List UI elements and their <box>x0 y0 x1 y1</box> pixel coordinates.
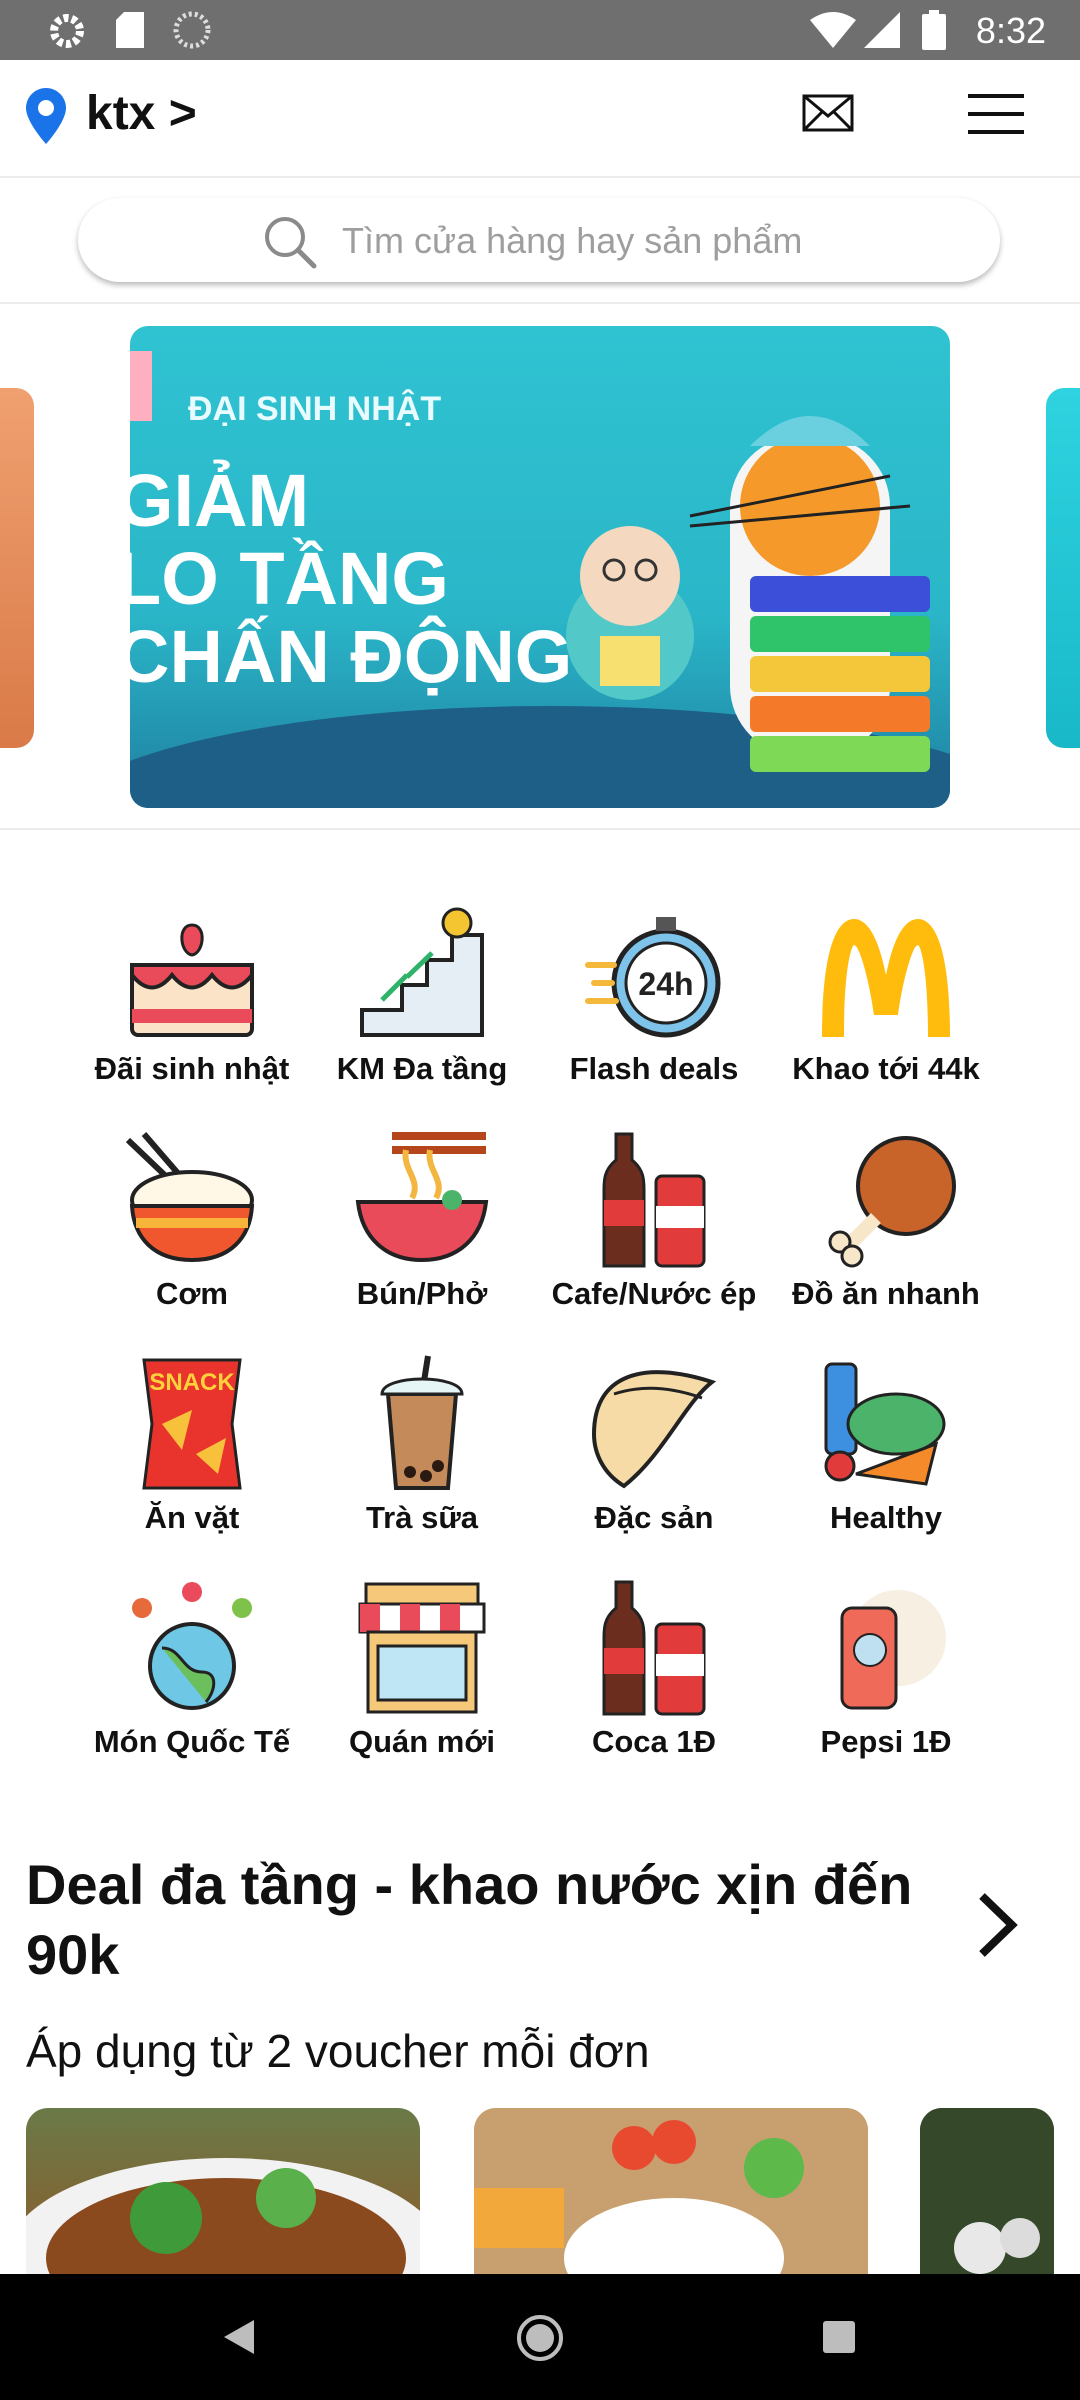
svg-text:SNACK: SNACK <box>149 1369 235 1396</box>
recents-icon[interactable] <box>822 2320 856 2354</box>
sync-icon <box>173 11 211 49</box>
deal-food-image <box>26 2158 420 2278</box>
category-label: Đặc sản <box>594 1500 714 1535</box>
deal-card[interactable] <box>474 2108 868 2278</box>
category-birthday[interactable]: Đãi sinh nhật <box>82 905 302 1105</box>
cola-icon <box>602 1580 706 1716</box>
bubble-tea-icon <box>380 1355 464 1490</box>
category-bun-pho[interactable]: Bún/Phở <box>312 1130 532 1330</box>
category-label: KM Đa tầng <box>336 1051 508 1086</box>
search-icon <box>265 217 317 269</box>
status-bar: 8:32 <box>0 0 1080 60</box>
category-label: Đồ ăn nhanh <box>792 1276 980 1311</box>
settings-icon <box>50 14 84 48</box>
snack-bag-icon: SNACK <box>142 1358 242 1490</box>
promo-carousel[interactable]: ĐẠI SINH NHẬT GIẢM LO TẦNG CHẤN ĐỘNG <box>0 304 1080 830</box>
home-icon[interactable] <box>516 2314 564 2362</box>
category-an-vat[interactable]: SNACK Ăn vặt <box>82 1354 302 1554</box>
svg-text:24h: 24h <box>638 966 693 1002</box>
category-coca-1d[interactable]: Coca 1Đ <box>544 1578 764 1778</box>
location-pin-icon[interactable] <box>26 88 66 144</box>
category-label: Bún/Phở <box>356 1276 488 1311</box>
chicken-leg-icon <box>828 1136 956 1268</box>
category-label: Ăn vặt <box>144 1500 240 1535</box>
deal-section-subtitle: Áp dụng từ 2 voucher mỗi đơn <box>26 2025 650 2077</box>
birthday-cake-icon <box>130 923 254 1037</box>
category-label: Đãi sinh nhật <box>94 1051 290 1086</box>
category-label: Flash deals <box>569 1051 739 1086</box>
deal-food-image <box>920 2108 1054 2278</box>
sd-card-icon <box>116 12 144 48</box>
stairs-icon <box>360 907 484 1037</box>
category-label: Pepsi 1Đ <box>820 1724 952 1759</box>
category-label: Trà sữa <box>365 1500 479 1535</box>
category-label: Healthy <box>830 1500 942 1535</box>
category-dac-san[interactable]: Đặc sản <box>544 1354 764 1554</box>
category-healthy[interactable]: Healthy <box>776 1354 996 1554</box>
back-icon[interactable] <box>222 2318 256 2356</box>
noodle-bowl-icon <box>355 1132 489 1263</box>
category-do-an-nhanh[interactable]: Đồ ăn nhanh <box>776 1130 996 1330</box>
signal-icon <box>864 12 900 48</box>
category-tra-sua[interactable]: Trà sữa <box>312 1354 532 1554</box>
healthy-food-icon <box>824 1362 946 1486</box>
previous-banner-peek[interactable] <box>0 388 34 748</box>
category-label: Khao tới 44k <box>792 1051 980 1086</box>
category-com[interactable]: Cơm <box>82 1130 302 1330</box>
deal-food-image <box>474 2108 868 2278</box>
category-km-da-tang[interactable]: KM Đa tầng <box>312 905 532 1105</box>
globe-food-icon <box>132 1582 252 1710</box>
mail-icon[interactable] <box>802 94 854 132</box>
category-label: Quán mới <box>348 1724 496 1759</box>
promo-banner[interactable]: ĐẠI SINH NHẬT GIẢM LO TẦNG CHẤN ĐỘNG <box>130 326 950 808</box>
banner-headline: GIẢM LO TẦNG CHẤN ĐỘNG <box>130 459 573 698</box>
category-pepsi-1d[interactable]: Pepsi 1Đ <box>776 1578 996 1778</box>
category-label: Món Quốc Tế <box>93 1724 291 1759</box>
category-mon-quoc-te[interactable]: Món Quốc Tế <box>82 1578 302 1778</box>
search-section <box>0 178 1080 304</box>
category-label: Cafe/Nước ép <box>551 1276 757 1311</box>
search-input[interactable] <box>340 218 944 264</box>
chevron-right-icon[interactable] <box>974 1890 1022 1960</box>
category-cafe-nuoc-ep[interactable]: Cafe/Nước ép <box>544 1130 764 1330</box>
battery-icon <box>922 10 946 50</box>
category-quan-moi[interactable]: Quán mới <box>312 1578 532 1778</box>
rice-bowl-icon <box>125 1132 255 1263</box>
category-khao-toi-44k[interactable]: Khao tới 44k <box>776 905 996 1105</box>
deal-section-title[interactable]: Deal đa tầng - khao nước xịn đến 90k <box>26 1850 946 1990</box>
banner-tag: ĐẠI SINH NHẬT <box>188 390 442 428</box>
clock: 8:32 <box>975 10 1046 51</box>
category-flash-deals[interactable]: 24h Flash deals <box>544 905 764 1105</box>
system-nav-bar <box>0 2274 1080 2400</box>
hamburger-menu-icon[interactable] <box>968 92 1024 136</box>
dumpling-icon <box>591 1370 717 1489</box>
category-label: Coca 1Đ <box>591 1724 717 1759</box>
soda-drinks-icon <box>602 1132 706 1268</box>
deal-card[interactable] <box>26 2108 420 2278</box>
search-bar[interactable] <box>78 198 1000 282</box>
storefront-icon <box>358 1582 486 1714</box>
mcdonalds-logo-icon <box>822 919 950 1037</box>
top-bar: ktx > <box>0 60 1080 178</box>
deal-card[interactable] <box>920 2108 1054 2278</box>
stopwatch-24h-icon: 24h <box>585 917 721 1038</box>
pepsi-can-icon <box>840 1590 946 1710</box>
category-label: Cơm <box>156 1276 228 1311</box>
delivery-location-selector[interactable]: ktx > <box>86 86 197 141</box>
wifi-icon <box>810 12 856 48</box>
next-banner-peek[interactable] <box>1046 388 1080 748</box>
